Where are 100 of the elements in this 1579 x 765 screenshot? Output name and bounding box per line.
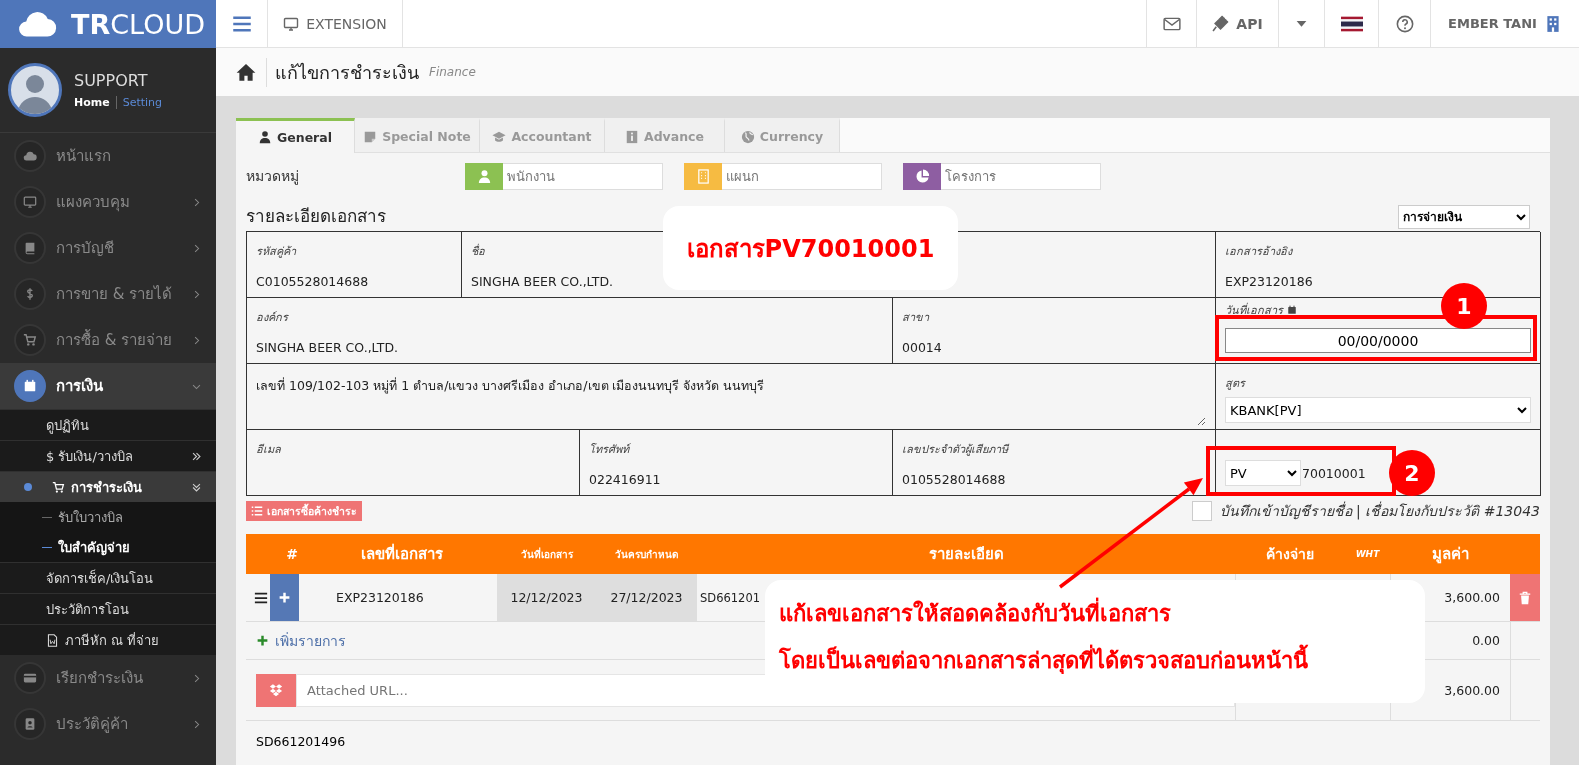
submenu-item[interactable]: รับใบวางบิล bbox=[0, 502, 216, 532]
avatar bbox=[8, 63, 62, 117]
submenu-item[interactable]: การชำระเงิน bbox=[0, 471, 216, 502]
menu-item[interactable]: การขาย & รายได้ bbox=[0, 271, 216, 317]
tab[interactable]: General bbox=[236, 118, 355, 153]
info-icon bbox=[625, 129, 639, 144]
column-header: # bbox=[286, 546, 298, 562]
field-value: 00014 bbox=[902, 340, 942, 355]
field-value: C0105528014688 bbox=[256, 274, 369, 289]
column-header: ค้างจ่าย bbox=[1266, 545, 1314, 564]
menu-item[interactable]: การเงิน bbox=[0, 363, 216, 409]
trash-icon bbox=[1518, 590, 1532, 605]
cart-icon bbox=[52, 480, 65, 494]
calendar-icon bbox=[23, 379, 37, 393]
user-name: SUPPORT bbox=[74, 71, 149, 90]
user-link[interactable]: Setting bbox=[116, 96, 169, 109]
double-chevron-right-icon bbox=[191, 450, 202, 462]
person-icon bbox=[258, 130, 272, 144]
table-cell: EXP23120186 bbox=[336, 590, 424, 605]
field-label: ชื่อ bbox=[471, 242, 485, 260]
field-value: EXP23120186 bbox=[1225, 274, 1313, 289]
field-label: เอกสารอ้างอิง bbox=[1225, 244, 1292, 260]
menu-item[interactable]: การบัญชี bbox=[0, 225, 216, 271]
checkbox-label: บันทึกเข้าบัญชีรายชื่อ | เชื่อมโยงกับประวัติ #13043 bbox=[1219, 500, 1540, 522]
monitor-icon bbox=[23, 195, 37, 209]
checkbox[interactable] bbox=[1191, 501, 1212, 521]
drag-handle-icon bbox=[254, 590, 268, 605]
subtotal-value: 0.00 bbox=[1472, 633, 1500, 648]
note-text: SD661201496 bbox=[256, 733, 346, 749]
expand-row-button[interactable] bbox=[270, 574, 299, 621]
table-cell: 27/12/2023 bbox=[610, 590, 683, 605]
column-header: มูลค่า bbox=[1431, 544, 1469, 566]
date-field[interactable]: 00/00/0000 bbox=[1225, 328, 1531, 353]
field-label: สาขา bbox=[902, 310, 929, 326]
plus-icon bbox=[278, 591, 291, 604]
field-label: เลขประจำตัวผู้เสียภาษี bbox=[902, 442, 1008, 458]
plus-icon bbox=[256, 634, 269, 647]
submenu-item[interactable]: จัดการเช็ค/เงินโอน bbox=[0, 562, 216, 593]
contact-card-icon bbox=[23, 717, 37, 731]
menu-item[interactable]: เรียกชำระเงิน bbox=[0, 655, 216, 701]
submenu-item[interactable]: ภาษีหัก ณ ที่จ่าย bbox=[0, 624, 216, 655]
field-value: 022416911 bbox=[589, 472, 661, 487]
field-label: รหัสคู่ค้า bbox=[256, 244, 296, 260]
category-field[interactable]: แผนก bbox=[722, 162, 882, 190]
submenu-item[interactable]: ดูปฏิทิน bbox=[0, 409, 216, 440]
column-header: รายละเอียด bbox=[928, 544, 1004, 565]
flag-icon bbox=[1340, 15, 1363, 32]
graduation-cap-icon bbox=[492, 129, 507, 144]
category-field[interactable]: พนักงาน bbox=[503, 162, 663, 190]
page-subtitle: Finance bbox=[429, 65, 476, 79]
book-icon bbox=[23, 241, 37, 255]
submenu-item[interactable]: $ รับเงิน/วางบิล bbox=[0, 440, 216, 471]
calendar-icon bbox=[1287, 305, 1297, 315]
field-label: องค์กร bbox=[256, 310, 288, 326]
table-cell: 3,600.00 bbox=[1444, 590, 1500, 605]
table-cell: 12/12/2023 bbox=[510, 590, 583, 605]
double-chevron-down-icon bbox=[191, 481, 202, 493]
document-icon bbox=[46, 633, 59, 647]
field-value: SINGHA BEER CO.,LTD. bbox=[256, 340, 399, 355]
list-icon bbox=[251, 505, 263, 517]
note-icon bbox=[363, 129, 378, 144]
doc-number-value: 70010001 bbox=[1302, 465, 1366, 481]
field-value: 0105528014688 bbox=[902, 472, 1006, 487]
globe-icon bbox=[740, 129, 755, 144]
user-link[interactable]: Home bbox=[74, 96, 117, 109]
field-label: สูตร bbox=[1225, 376, 1245, 392]
monitor-icon bbox=[283, 15, 300, 32]
callout-tooltip: เอกสารPV70010001 bbox=[663, 206, 958, 290]
add-item-link[interactable]: เพิ่มรายการ bbox=[275, 629, 346, 652]
section-title: รายละเอียดเอกสาร bbox=[246, 205, 386, 228]
submenu-item[interactable]: ประวัติการโอน bbox=[0, 593, 216, 624]
submenu-item[interactable]: ใบสำคัญจ่าย bbox=[0, 532, 216, 562]
plug-icon bbox=[1212, 15, 1230, 32]
column-header: เลขที่เอกสาร bbox=[360, 542, 443, 565]
delete-button[interactable] bbox=[1510, 574, 1540, 621]
menu-item[interactable]: การซื้อ & รายจ่าย bbox=[0, 317, 216, 363]
column-header: WHT bbox=[1355, 549, 1380, 559]
address-field[interactable]: เลขที่ 109/102-103 หมู่ที่ 1 ตำบล/แขวง บางศรีเมือง อำเภอ/เขต เมืองนนทบุรี จังหวัด นนทบุรี bbox=[256, 376, 1206, 426]
category-field[interactable]: โครงการ bbox=[941, 162, 1101, 190]
callout-text: แก้เลขเอกสารให้สอดคล้องกับวันที่เอกสาร bbox=[779, 596, 1411, 631]
prefix-select[interactable]: PV bbox=[1225, 460, 1301, 486]
logo-text: TRCLOUD bbox=[71, 8, 205, 40]
cart-icon bbox=[23, 333, 37, 347]
field-label: วันที่เอกสาร bbox=[1225, 301, 1297, 319]
home-icon bbox=[236, 62, 256, 82]
column-header: วันครบกำหนด bbox=[615, 547, 678, 562]
menu-item[interactable]: ประวัติคู่ค้า bbox=[0, 701, 216, 747]
active-dot bbox=[24, 483, 32, 491]
doc-type-select[interactable]: การจ่ายเงิน bbox=[1398, 205, 1530, 229]
total-value: 3,600.00 bbox=[1444, 682, 1500, 698]
dropbox-icon bbox=[256, 673, 296, 707]
formula-select[interactable]: KBANK[PV] bbox=[1225, 397, 1531, 423]
menu-item[interactable]: หน้าแรก bbox=[0, 133, 216, 179]
field-label: โทรศัพท์ bbox=[589, 442, 629, 458]
menu-item[interactable]: แผงควบคุม bbox=[0, 179, 216, 225]
cloud-icon bbox=[23, 149, 37, 163]
field-value: SINGHA BEER CO.,LTD. bbox=[471, 274, 614, 289]
field-label: อีเมล bbox=[256, 442, 281, 458]
column-header: วันที่เอกสาร bbox=[520, 546, 573, 562]
table-cell: SD661201 bbox=[700, 590, 761, 605]
